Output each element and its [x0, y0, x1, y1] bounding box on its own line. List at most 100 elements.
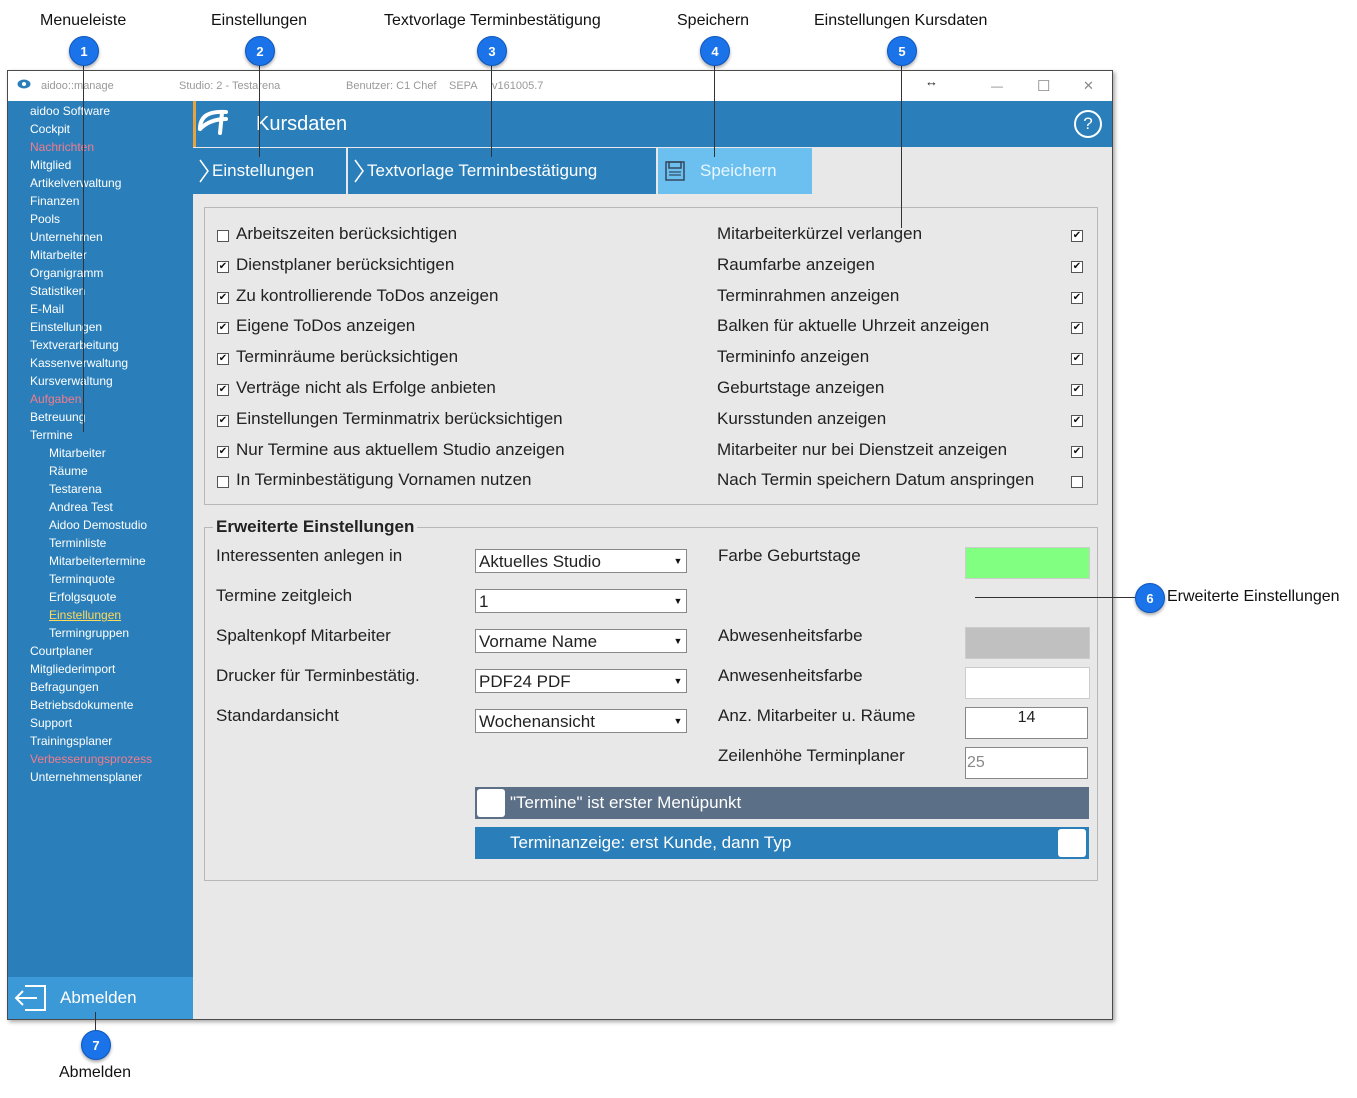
dropdown-select[interactable]: Wochenansicht ▼ — [475, 709, 687, 733]
sidebar-item[interactable]: Unternehmen — [30, 230, 103, 244]
toggle-switch-box[interactable] — [1058, 829, 1086, 857]
sidebar-item[interactable]: Befragungen — [30, 680, 99, 694]
checkbox[interactable]: ✔ — [217, 353, 229, 366]
sidebar-item[interactable]: Pools — [30, 212, 60, 226]
sidebar-item[interactable]: Andrea Test — [49, 500, 113, 514]
sidebar-item[interactable]: Textverarbeitung — [30, 338, 119, 352]
checkbox[interactable] — [1071, 476, 1083, 489]
checkbox[interactable]: ✔ — [1071, 353, 1083, 366]
sidebar-item[interactable]: Mitarbeitertermine — [49, 554, 146, 568]
callout-leader — [975, 597, 1135, 598]
dropdown-select[interactable]: 1 ▼ — [475, 589, 687, 613]
birthday-color-swatch[interactable] — [965, 547, 1090, 579]
checkbox[interactable]: ✔ — [1071, 291, 1083, 304]
checkbox[interactable]: ✔ — [1071, 445, 1083, 458]
dropdown-select[interactable]: Aktuelles Studio ▼ — [475, 549, 687, 573]
sidebar-item[interactable]: Termine — [30, 428, 73, 442]
window-user: Benutzer: C1 Chef — [346, 80, 437, 92]
checkbox[interactable]: ✔ — [217, 445, 229, 458]
sidebar-item[interactable]: Terminliste — [49, 536, 106, 550]
sidebar-item[interactable]: Kassenverwaltung — [30, 356, 128, 370]
sidebar-item[interactable]: E-Mail — [30, 302, 64, 316]
dropdown-arrow-icon[interactable]: ▼ — [670, 552, 686, 570]
sidebar-item[interactable]: Support — [30, 716, 72, 730]
sidebar-item[interactable]: Einstellungen — [49, 608, 121, 622]
help-icon[interactable]: ? — [1074, 110, 1102, 138]
checkbox[interactable] — [217, 476, 229, 489]
dropdown-select[interactable]: PDF24 PDF ▼ — [475, 669, 687, 693]
checkbox[interactable]: ✔ — [1071, 414, 1083, 427]
window-version: v161005.7 — [492, 80, 544, 92]
sidebar-item[interactable]: aidoo Software — [30, 104, 110, 118]
sidebar-item[interactable]: Erfolgsquote — [49, 590, 116, 604]
select-label: Spaltenkopf Mitarbeiter — [216, 626, 391, 645]
checkbox-label: Termininfo anzeigen — [717, 347, 870, 367]
checkbox[interactable]: ✔ — [1071, 384, 1083, 396]
logout-button[interactable]: Abmelden — [8, 977, 193, 1019]
sidebar-item[interactable]: Statistiken — [30, 284, 85, 298]
sidebar-item[interactable]: Courtplaner — [30, 644, 93, 658]
checkbox-label: Dienstplaner berücksichtigen — [236, 254, 455, 274]
sidebar-item[interactable]: Mitgliederimport — [30, 662, 115, 676]
sidebar-item[interactable]: Testarena — [49, 482, 102, 496]
dropdown-arrow-icon[interactable]: ▼ — [670, 632, 686, 650]
select-label: Termine zeitgleich — [216, 586, 353, 605]
dropdown-arrow-icon[interactable]: ▼ — [670, 592, 686, 610]
callout-badge: 6 — [1135, 583, 1165, 613]
tab-einstellungen[interactable]: Einstellungen — [193, 148, 346, 194]
sidebar-item[interactable]: Verbesserungsprozess — [30, 752, 152, 766]
sidebar-item[interactable]: Betreuung — [30, 410, 85, 424]
birthday-color-label: Farbe Geburtstage — [718, 546, 861, 565]
checkbox[interactable] — [217, 230, 229, 242]
callout-leader — [714, 64, 715, 157]
sidebar-item[interactable]: Mitglied — [30, 158, 71, 172]
sidebar-item[interactable]: Aidoo Demostudio — [49, 518, 147, 532]
sidebar-item[interactable]: Kursverwaltung — [30, 374, 113, 388]
sidebar-item[interactable]: Nachrichten — [30, 140, 94, 154]
row-height-input[interactable]: 25 — [965, 747, 1088, 779]
checkbox[interactable]: ✔ — [217, 414, 229, 427]
sidebar-item[interactable]: Räume — [49, 464, 88, 478]
customer-first-toggle[interactable]: Terminanzeige: erst Kunde, dann Typ — [475, 827, 1089, 859]
dropdown-select[interactable]: Vorname Name ▼ — [475, 629, 687, 653]
dropdown-arrow-icon[interactable]: ▼ — [670, 712, 686, 730]
minimize-button[interactable]: — — [991, 79, 1003, 93]
sidebar-item[interactable]: Termingruppen — [49, 626, 129, 640]
checkbox[interactable]: ✔ — [217, 260, 229, 273]
sidebar-item[interactable]: Terminquote — [49, 572, 115, 586]
callout-leader — [95, 1012, 96, 1030]
sidebar-item[interactable]: Artikelverwaltung — [30, 176, 121, 190]
sidebar-item[interactable]: Aufgaben — [30, 392, 81, 406]
app-window: aidoo::manage Studio: 2 - Testarena Benu… — [7, 70, 1113, 1020]
sidebar-item[interactable]: Betriebsdokumente — [30, 698, 133, 712]
sidebar-item[interactable]: Mitarbeiter — [30, 248, 87, 262]
checkbox[interactable]: ✔ — [217, 291, 229, 304]
sidebar-item[interactable]: Trainingsplaner — [30, 734, 112, 748]
checkbox[interactable]: ✔ — [217, 384, 229, 396]
toggle-switch-box[interactable] — [477, 789, 505, 817]
sidebar-item[interactable]: Unternehmensplaner — [30, 770, 142, 784]
sidebar-item[interactable]: Cockpit — [30, 122, 70, 136]
select-label: Drucker für Terminbestätig. — [216, 666, 420, 685]
sidebar-item[interactable]: Einstellungen — [30, 320, 102, 334]
tab-textvorlage[interactable]: Textvorlage Terminbestätigung — [348, 148, 656, 194]
staff-rooms-count-input[interactable]: 14 — [965, 707, 1088, 739]
checkbox[interactable]: ✔ — [1071, 260, 1083, 273]
maximize-button[interactable]: ☐ — [1037, 77, 1050, 95]
absence-color-swatch[interactable] — [965, 627, 1090, 659]
checkbox[interactable]: ✔ — [1071, 230, 1083, 242]
close-button[interactable]: ✕ — [1083, 78, 1094, 94]
save-button[interactable]: Speichern — [658, 148, 812, 194]
resize-arrows-icon[interactable]: ↔ — [925, 74, 938, 89]
checkbox[interactable]: ✔ — [217, 322, 229, 335]
advanced-settings-title: Erweiterte Einstellungen — [213, 517, 418, 537]
checkbox[interactable]: ✔ — [1071, 322, 1083, 335]
sidebar-item[interactable]: Finanzen — [30, 194, 79, 208]
presence-color-swatch[interactable] — [965, 667, 1090, 699]
dropdown-arrow-icon[interactable]: ▼ — [670, 672, 686, 690]
termine-first-menu-toggle[interactable]: "Termine" ist erster Menüpunkt — [475, 787, 1089, 819]
callout-badge: 1 — [69, 36, 99, 66]
title-bar: aidoo::manage Studio: 2 - Testarena Benu… — [8, 71, 1112, 101]
sidebar-item[interactable]: Mitarbeiter — [49, 446, 106, 460]
sidebar-item[interactable]: Organigramm — [30, 266, 103, 280]
